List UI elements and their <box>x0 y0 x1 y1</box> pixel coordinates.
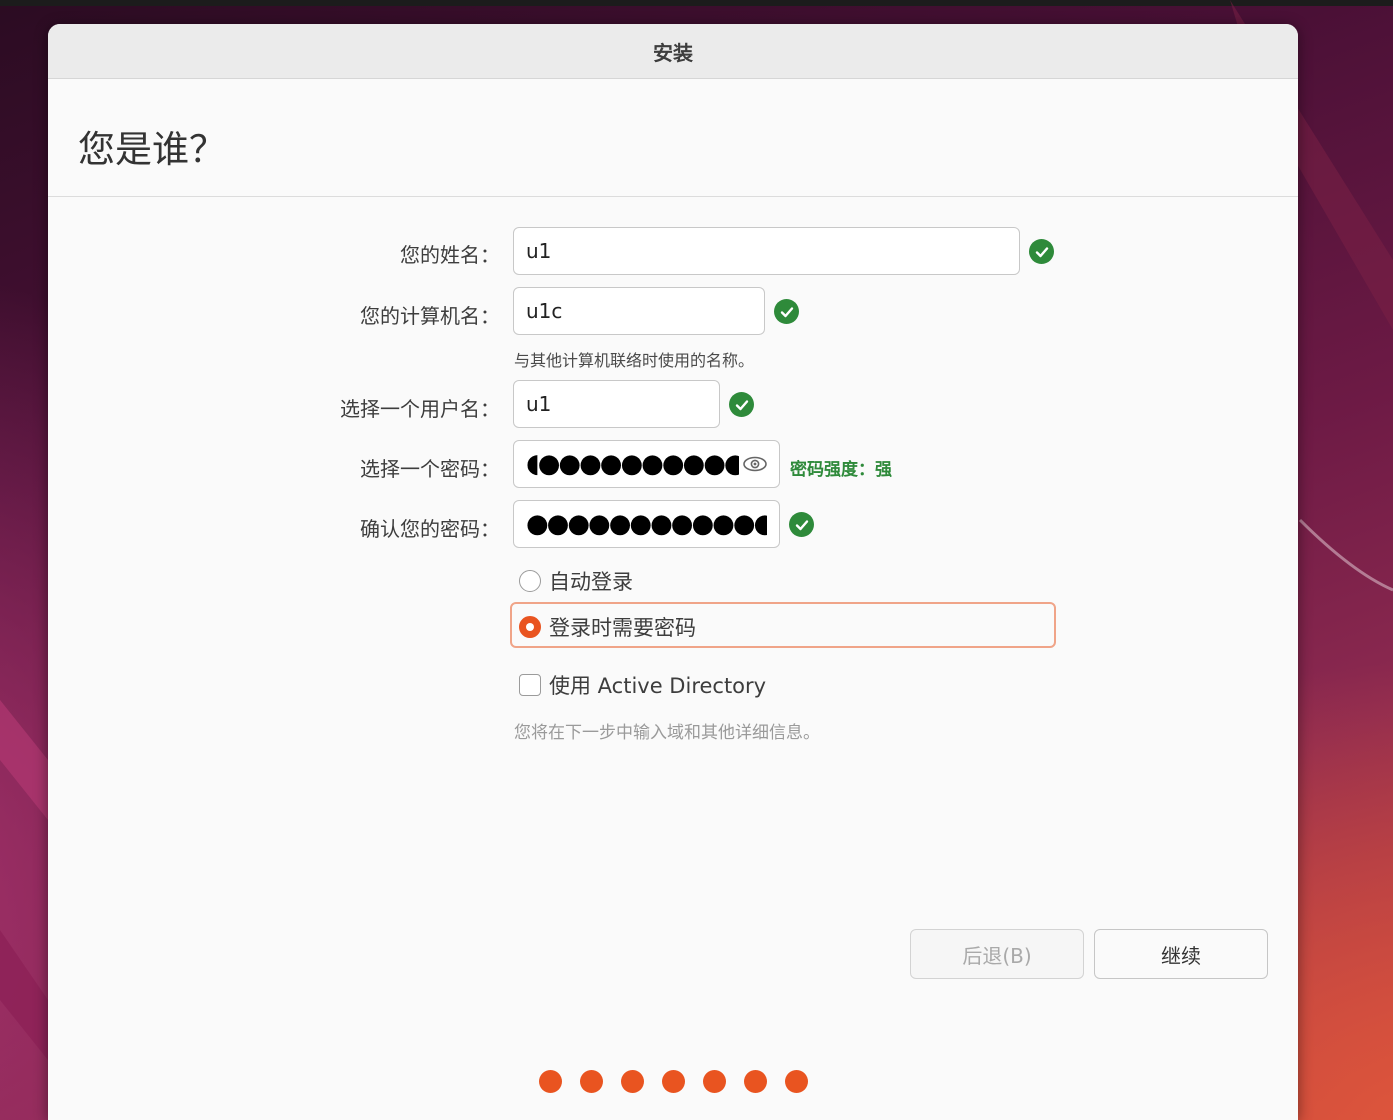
password-strength-text: 密码强度：强 <box>790 460 892 480</box>
desktop-top-bar <box>0 0 1393 6</box>
auto-login-radio[interactable] <box>519 570 541 592</box>
progress-dots <box>539 1070 808 1093</box>
name-input[interactable] <box>513 227 1020 275</box>
require-password-option[interactable]: 登录时需要密码 <box>519 612 696 642</box>
require-password-radio[interactable] <box>519 616 541 638</box>
computer-name-hint: 与其他计算机联络时使用的名称。 <box>514 351 755 370</box>
username-input[interactable] <box>513 380 720 428</box>
name-valid-check-icon <box>1029 239 1054 264</box>
username-valid-check-icon <box>729 392 754 417</box>
continue-button[interactable]: 继续 <box>1094 929 1268 979</box>
auto-login-label: 自动登录 <box>549 570 633 594</box>
progress-dot <box>539 1070 562 1093</box>
active-directory-option[interactable]: 使用 Active Directory <box>519 670 766 700</box>
progress-dot <box>662 1070 685 1093</box>
auto-login-option[interactable]: 自动登录 <box>519 566 633 596</box>
progress-dot <box>744 1070 767 1093</box>
page-title: 您是谁？ <box>78 128 226 171</box>
confirm-password-label: 确认您的密码： <box>360 517 500 541</box>
window-title: 安装 <box>653 40 693 65</box>
progress-dot <box>621 1070 644 1093</box>
require-password-label: 登录时需要密码 <box>549 616 696 640</box>
progress-dot <box>580 1070 603 1093</box>
reveal-password-eye-icon[interactable] <box>742 454 768 474</box>
back-button[interactable]: 后退(B) <box>910 929 1084 979</box>
computer-name-valid-check-icon <box>774 299 799 324</box>
active-directory-checkbox[interactable] <box>519 674 541 696</box>
progress-dot <box>703 1070 726 1093</box>
progress-dot <box>785 1070 808 1093</box>
computer-name-label: 您的计算机名： <box>360 304 500 328</box>
installer-window: 安装 您是谁？ 您的姓名： 您的计算机名： 与其他计算机联络时使用的名称。 选择… <box>48 24 1298 1120</box>
confirm-password-valid-check-icon <box>789 512 814 537</box>
active-directory-hint: 您将在下一步中输入域和其他详细信息。 <box>514 723 820 743</box>
username-label: 选择一个用户名： <box>340 397 500 421</box>
window-titlebar: 安装 <box>48 24 1298 79</box>
page-header: 您是谁？ <box>48 79 1298 197</box>
confirm-password-input[interactable] <box>513 500 780 548</box>
password-label: 选择一个密码： <box>360 457 500 481</box>
active-directory-label: 使用 Active Directory <box>549 674 767 698</box>
password-input[interactable] <box>513 440 780 488</box>
name-label: 您的姓名： <box>400 243 500 267</box>
computer-name-input[interactable] <box>513 287 765 335</box>
